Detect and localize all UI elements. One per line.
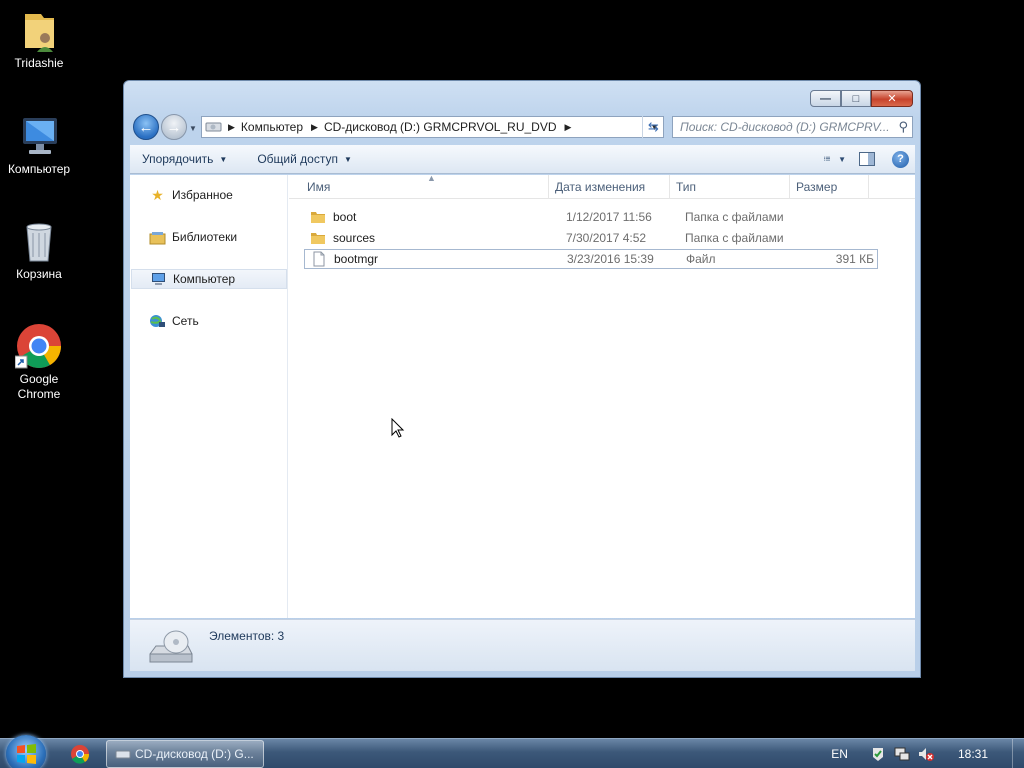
desktop-icon-recycle-bin[interactable]: Корзина [4, 217, 74, 282]
taskbar: CD-дисковод (D:) G... EN 18:31 [0, 735, 1024, 768]
share-menu-button[interactable]: Общий доступ ▼ [257, 152, 352, 166]
file-type: Файл [686, 252, 716, 266]
breadcrumb-separator-icon: ▶ [564, 121, 572, 132]
cd-drive-icon [149, 630, 193, 663]
view-details-icon [824, 156, 831, 161]
close-button[interactable]: ✕ [871, 90, 913, 107]
drive-icon [115, 750, 131, 759]
item-count: Элементов: 3 [209, 629, 285, 643]
windows-logo-icon [17, 744, 36, 764]
desktop-icon-label: Google Chrome [17, 372, 61, 401]
details-pane: Элементов: 3 [130, 619, 915, 671]
desktop-icon-label: Компьютер [7, 162, 71, 176]
nav-item-favorites[interactable]: ★ Избранное [131, 185, 287, 205]
recycle-bin-icon [26, 223, 52, 262]
refresh-button[interactable]: ⇆ [642, 116, 664, 138]
chrome-icon [15, 324, 61, 369]
user-folder-icon [25, 14, 54, 52]
mouse-cursor-icon [391, 418, 405, 438]
navigation-pane: ★ Избранное Библиотеки Компьютер Сеть [130, 175, 288, 618]
desktop-icon-chrome[interactable]: Google Chrome [4, 322, 74, 402]
back-button[interactable]: ← [133, 114, 159, 140]
file-date: 3/23/2016 15:39 [567, 252, 654, 266]
action-center-icon[interactable] [870, 746, 886, 762]
search-icon: ⚲ [898, 119, 908, 134]
breadcrumb-separator-icon: ▶ [228, 121, 235, 132]
file-date: 1/12/2017 11:56 [566, 210, 652, 224]
refresh-icon: ⇆ [648, 119, 659, 134]
help-icon[interactable]: ? [892, 150, 909, 168]
file-name: sources [333, 231, 376, 245]
nav-item-network[interactable]: Сеть [131, 311, 287, 331]
column-header-name[interactable]: Имя ▲ [289, 173, 549, 199]
command-bar: Упорядочить ▼ Общий доступ ▼ ▼ ? [130, 145, 915, 174]
file-name: bootmgr [334, 252, 379, 266]
minimize-button[interactable]: — [810, 90, 841, 107]
system-tray: EN 18:31 [831, 739, 1024, 768]
volume-muted-icon[interactable] [918, 746, 934, 762]
column-header-row: Имя ▲ Дата изменения Тип Размер [289, 173, 915, 199]
file-row[interactable]: bootmgr 3/23/2016 15:39 Файл 391 КБ [304, 249, 878, 269]
language-indicator[interactable]: EN [831, 747, 848, 761]
desktop-icon-label: Tridashie [14, 56, 64, 70]
folder-icon [311, 233, 325, 244]
folder-icon [311, 212, 325, 223]
file-icon [313, 251, 325, 267]
breadcrumb-item[interactable]: ▶ [565, 122, 578, 133]
desktop-icon-computer[interactable]: Компьютер [4, 112, 74, 177]
computer-icon [23, 118, 57, 154]
content-area: ★ Избранное Библиотеки Компьютер Сеть Им… [130, 173, 915, 618]
view-controls: ▼ ? [814, 149, 915, 169]
breadcrumb-item[interactable]: ▶ CD-дисковод (D:) GRMCPRVOL_RU_DVD [311, 120, 556, 134]
network-status-icon[interactable] [894, 746, 910, 762]
network-icon [150, 314, 165, 327]
taskbar-explorer-task[interactable]: CD-дисковод (D:) G... [106, 740, 264, 768]
forward-button[interactable]: → [161, 114, 187, 140]
column-header-type[interactable]: Тип [670, 175, 790, 199]
change-view-button[interactable]: ▼ [824, 149, 846, 169]
file-type: Папка с файлами [685, 231, 784, 245]
sort-ascending-icon: ▲ [427, 173, 436, 183]
drive-icon [205, 122, 222, 132]
chevron-down-icon: ▼ [838, 154, 846, 164]
nav-item-libraries[interactable]: Библиотеки [131, 227, 287, 247]
chevron-down-icon: ▼ [219, 154, 228, 164]
column-header-size[interactable]: Размер [790, 175, 869, 199]
maximize-button[interactable]: □ [841, 90, 871, 107]
desktop-icon-label: Корзина [16, 267, 62, 281]
star-icon: ★ [151, 186, 164, 203]
file-name: boot [333, 210, 357, 224]
file-row[interactable]: sources 7/30/2017 4:52 Папка с файлами [304, 228, 878, 248]
libraries-icon [149, 231, 166, 244]
column-header-date[interactable]: Дата изменения [549, 175, 670, 199]
caption-buttons: — □ ✕ [810, 90, 913, 107]
organize-menu-button[interactable]: Упорядочить ▼ [142, 152, 227, 166]
recent-pages-dropdown[interactable]: ▼ [189, 124, 197, 133]
preview-pane-button[interactable] [856, 149, 878, 169]
show-desktop-button[interactable] [1012, 739, 1024, 768]
address-bar[interactable]: ▶ Компьютер ▶ CD-дисковод (D:) GRMCPRVOL… [201, 116, 664, 138]
search-placeholder: Поиск: CD-дисковод (D:) GRMCPRV... [680, 120, 890, 134]
search-input[interactable]: Поиск: CD-дисковод (D:) GRMCPRV... ⚲ [672, 116, 913, 138]
chevron-down-icon: ▼ [343, 154, 352, 164]
file-row[interactable]: boot 1/12/2017 11:56 Папка с файлами [304, 207, 878, 227]
taskbar-chrome-icon[interactable] [70, 744, 90, 764]
preview-pane-icon [859, 152, 875, 166]
clock[interactable]: 18:31 [958, 747, 988, 761]
nav-item-computer[interactable]: Компьютер [131, 269, 287, 289]
file-date: 7/30/2017 4:52 [566, 231, 647, 245]
file-size: 391 КБ [835, 252, 874, 266]
breadcrumb-separator-icon: ▶ [311, 121, 318, 132]
explorer-window: — □ ✕ ← → ▼ ▶ Компьютер ▶ CD-дисковод (D… [123, 80, 921, 678]
file-type: Папка с файлами [685, 210, 784, 224]
computer-icon [152, 272, 165, 285]
start-button[interactable] [6, 735, 46, 768]
file-list: Имя ▲ Дата изменения Тип Размер boot 1/1… [289, 173, 915, 618]
breadcrumb-item[interactable]: ▶ Компьютер [228, 120, 303, 134]
desktop-icon-user-folder[interactable]: Tridashie [4, 6, 74, 71]
